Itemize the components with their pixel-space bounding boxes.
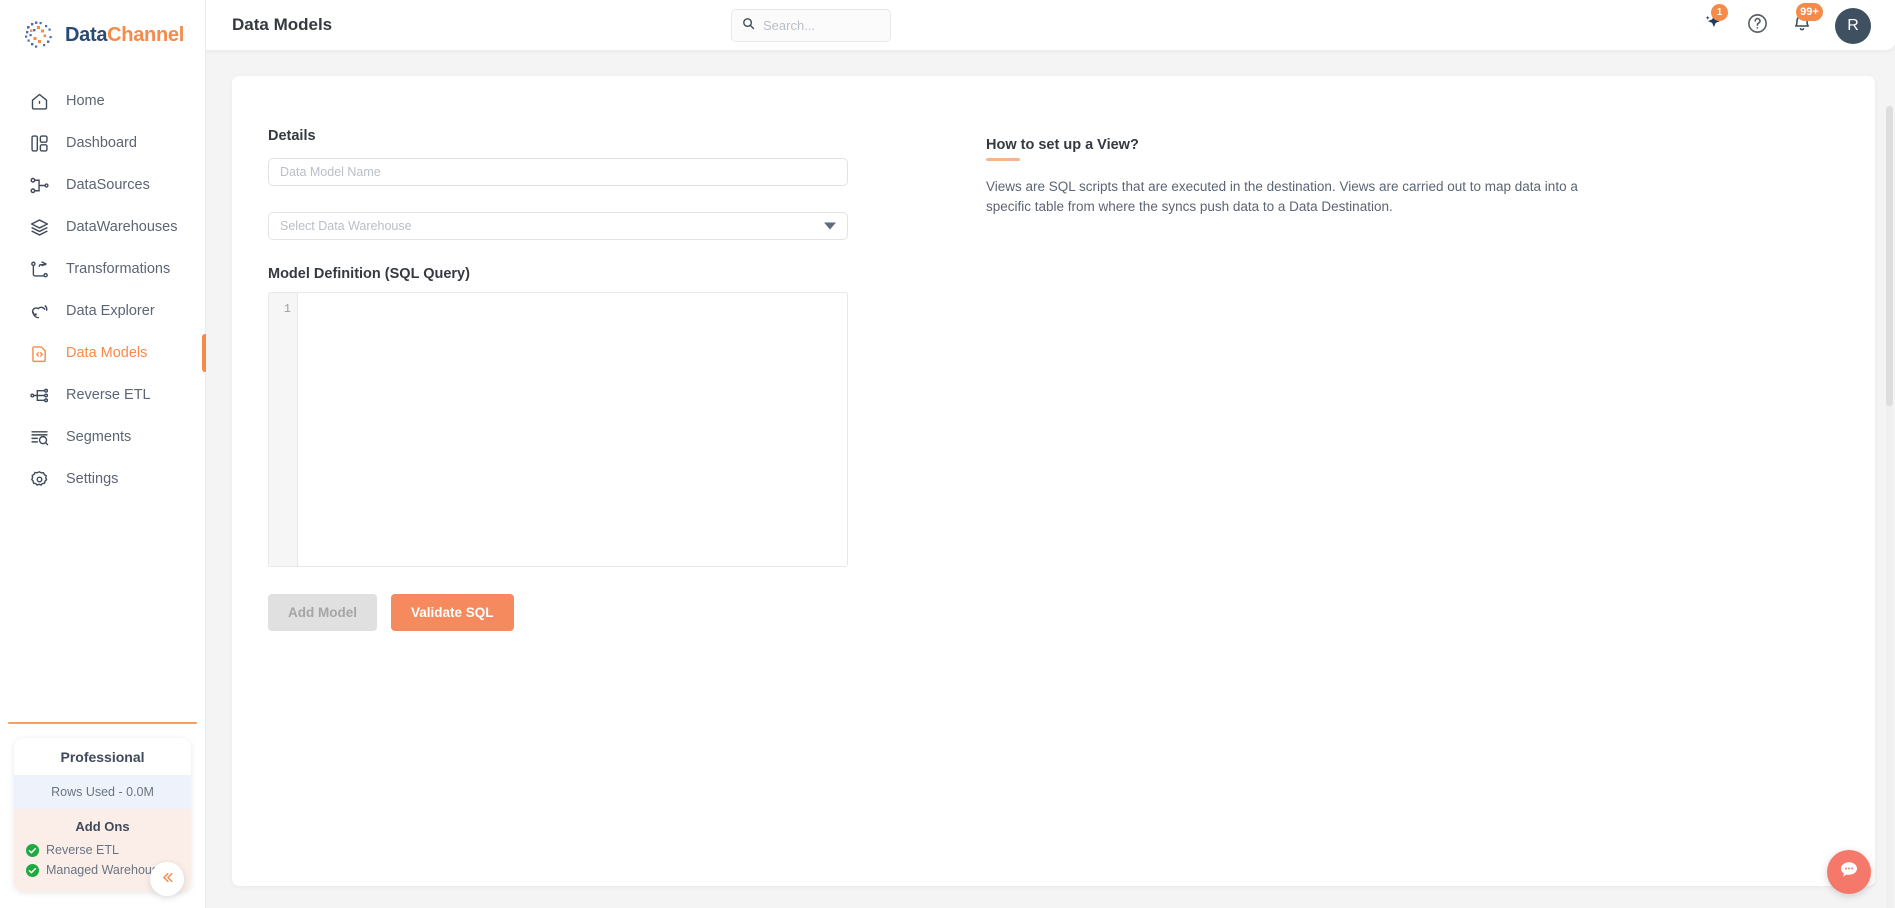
addons-title: Add Ons [14, 809, 191, 840]
chat-bubble-icon [1837, 858, 1861, 887]
sidebar-item-label: DataWarehouses [66, 219, 178, 235]
segments-icon [28, 426, 50, 448]
addon-label: Managed Warehouse [46, 863, 166, 877]
data-model-name-field[interactable] [268, 158, 848, 186]
search-box[interactable] [731, 9, 891, 42]
plan-name: Professional [14, 738, 191, 775]
sidebar-item-reverse-etl[interactable]: Reverse ETL [0, 374, 205, 416]
brand-logo[interactable]: DataChannel [0, 0, 205, 66]
data-model-name-input[interactable] [280, 165, 836, 179]
main-region: Data Models 1 [206, 0, 1895, 908]
content-card: Details Model Definition (SQL Query) 1 [232, 76, 1875, 886]
sql-editor-textarea[interactable] [298, 293, 847, 566]
help-panel-title: How to set up a View? [986, 137, 1139, 153]
data-models-icon [28, 342, 50, 364]
sidebar-item-datasources[interactable]: DataSources [0, 164, 205, 206]
sidebar-bottom-padding [0, 892, 205, 908]
form-column: Details Model Definition (SQL Query) 1 [268, 128, 888, 631]
sql-label: Model Definition (SQL Query) [268, 266, 470, 282]
datawarehouses-icon [28, 216, 50, 238]
brand-name: DataChannel [65, 24, 184, 47]
active-indicator [202, 334, 206, 372]
home-icon [28, 90, 50, 112]
datachannel-logo-icon [22, 18, 56, 52]
editor-line-numbers: 1 [269, 293, 298, 566]
header-actions: 1 99+ R [1702, 0, 1871, 51]
plan-rows-used: Rows Used - 0.0M [14, 775, 191, 809]
sidebar-item-label: DataSources [66, 177, 150, 193]
sidebar-item-dashboard[interactable]: Dashboard [0, 122, 205, 164]
app-root: DataChannel Home Dashboard DataSources D… [0, 0, 1895, 908]
sidebar-item-label: Reverse ETL [66, 387, 151, 403]
chevron-down-icon [824, 222, 836, 230]
brand-name-part1: Data [65, 23, 108, 46]
notifications-badge: 99+ [1796, 3, 1823, 21]
dashboard-icon [28, 132, 50, 154]
datasources-icon [28, 174, 50, 196]
settings-icon [28, 468, 50, 490]
sidebar-item-segments[interactable]: Segments [0, 416, 205, 458]
data-explorer-icon [28, 300, 50, 322]
data-warehouse-select[interactable] [268, 212, 848, 240]
transformations-icon [28, 258, 50, 280]
sidebar-item-label: Home [66, 93, 105, 109]
help-title-underline [986, 158, 1020, 161]
card-body: Details Model Definition (SQL Query) 1 [232, 76, 1875, 631]
help-button[interactable] [1746, 12, 1769, 40]
avatar[interactable]: R [1835, 7, 1871, 44]
sidebar: DataChannel Home Dashboard DataSources D… [0, 0, 206, 908]
top-header: Data Models 1 [206, 0, 1895, 51]
ai-assistant-button[interactable]: 1 [1702, 4, 1728, 39]
sidebar-item-datawarehouses[interactable]: DataWarehouses [0, 206, 205, 248]
addon-label: Reverse ETL [46, 843, 119, 857]
sidebar-item-label: Transformations [66, 261, 171, 277]
form-actions: Add Model Validate SQL [268, 594, 888, 631]
search-icon [741, 16, 756, 36]
page-title: Data Models [232, 15, 333, 34]
page-scrollbar[interactable] [1886, 106, 1893, 908]
help-panel-body: Views are SQL scripts that are executed … [986, 179, 1578, 214]
list-item: Reverse ETL [26, 840, 191, 860]
add-model-button[interactable]: Add Model [268, 594, 377, 631]
sidebar-item-transformations[interactable]: Transformations [0, 248, 205, 290]
ai-badge: 1 [1711, 4, 1728, 21]
sidebar-item-data-explorer[interactable]: Data Explorer [0, 290, 205, 332]
help-circle-icon [1746, 12, 1769, 40]
help-panel: How to set up a View? Views are SQL scri… [986, 128, 1646, 631]
sidebar-item-label: Segments [66, 429, 132, 445]
brand-name-part2: Channel [107, 23, 184, 46]
sidebar-item-data-models[interactable]: Data Models [0, 332, 206, 374]
sidebar-item-home[interactable]: Home [0, 80, 205, 122]
notifications-button[interactable]: 99+ [1791, 3, 1823, 39]
scrollbar-thumb[interactable] [1886, 106, 1893, 406]
sidebar-item-label: Dashboard [66, 135, 137, 151]
check-circle-icon [26, 863, 39, 877]
data-warehouse-select-input[interactable] [280, 219, 836, 233]
chat-support-button[interactable] [1827, 850, 1871, 894]
sidebar-item-label: Data Models [66, 345, 148, 361]
search-input[interactable] [763, 18, 881, 33]
plan-divider [8, 722, 197, 724]
sql-editor[interactable]: 1 [268, 292, 848, 567]
collapse-chevrons-icon [159, 869, 176, 890]
sidebar-nav: Home Dashboard DataSources DataWarehouse… [0, 80, 206, 500]
sidebar-collapse-button[interactable] [150, 862, 184, 896]
sidebar-item-settings[interactable]: Settings [0, 458, 205, 500]
details-label: Details [268, 128, 316, 144]
sidebar-item-label: Settings [66, 471, 119, 487]
sidebar-item-label: Data Explorer [66, 303, 155, 319]
reverse-etl-icon [28, 384, 50, 406]
content-scroll-area: Details Model Definition (SQL Query) 1 [206, 51, 1895, 908]
check-circle-icon [26, 843, 39, 857]
validate-sql-button[interactable]: Validate SQL [391, 594, 514, 631]
